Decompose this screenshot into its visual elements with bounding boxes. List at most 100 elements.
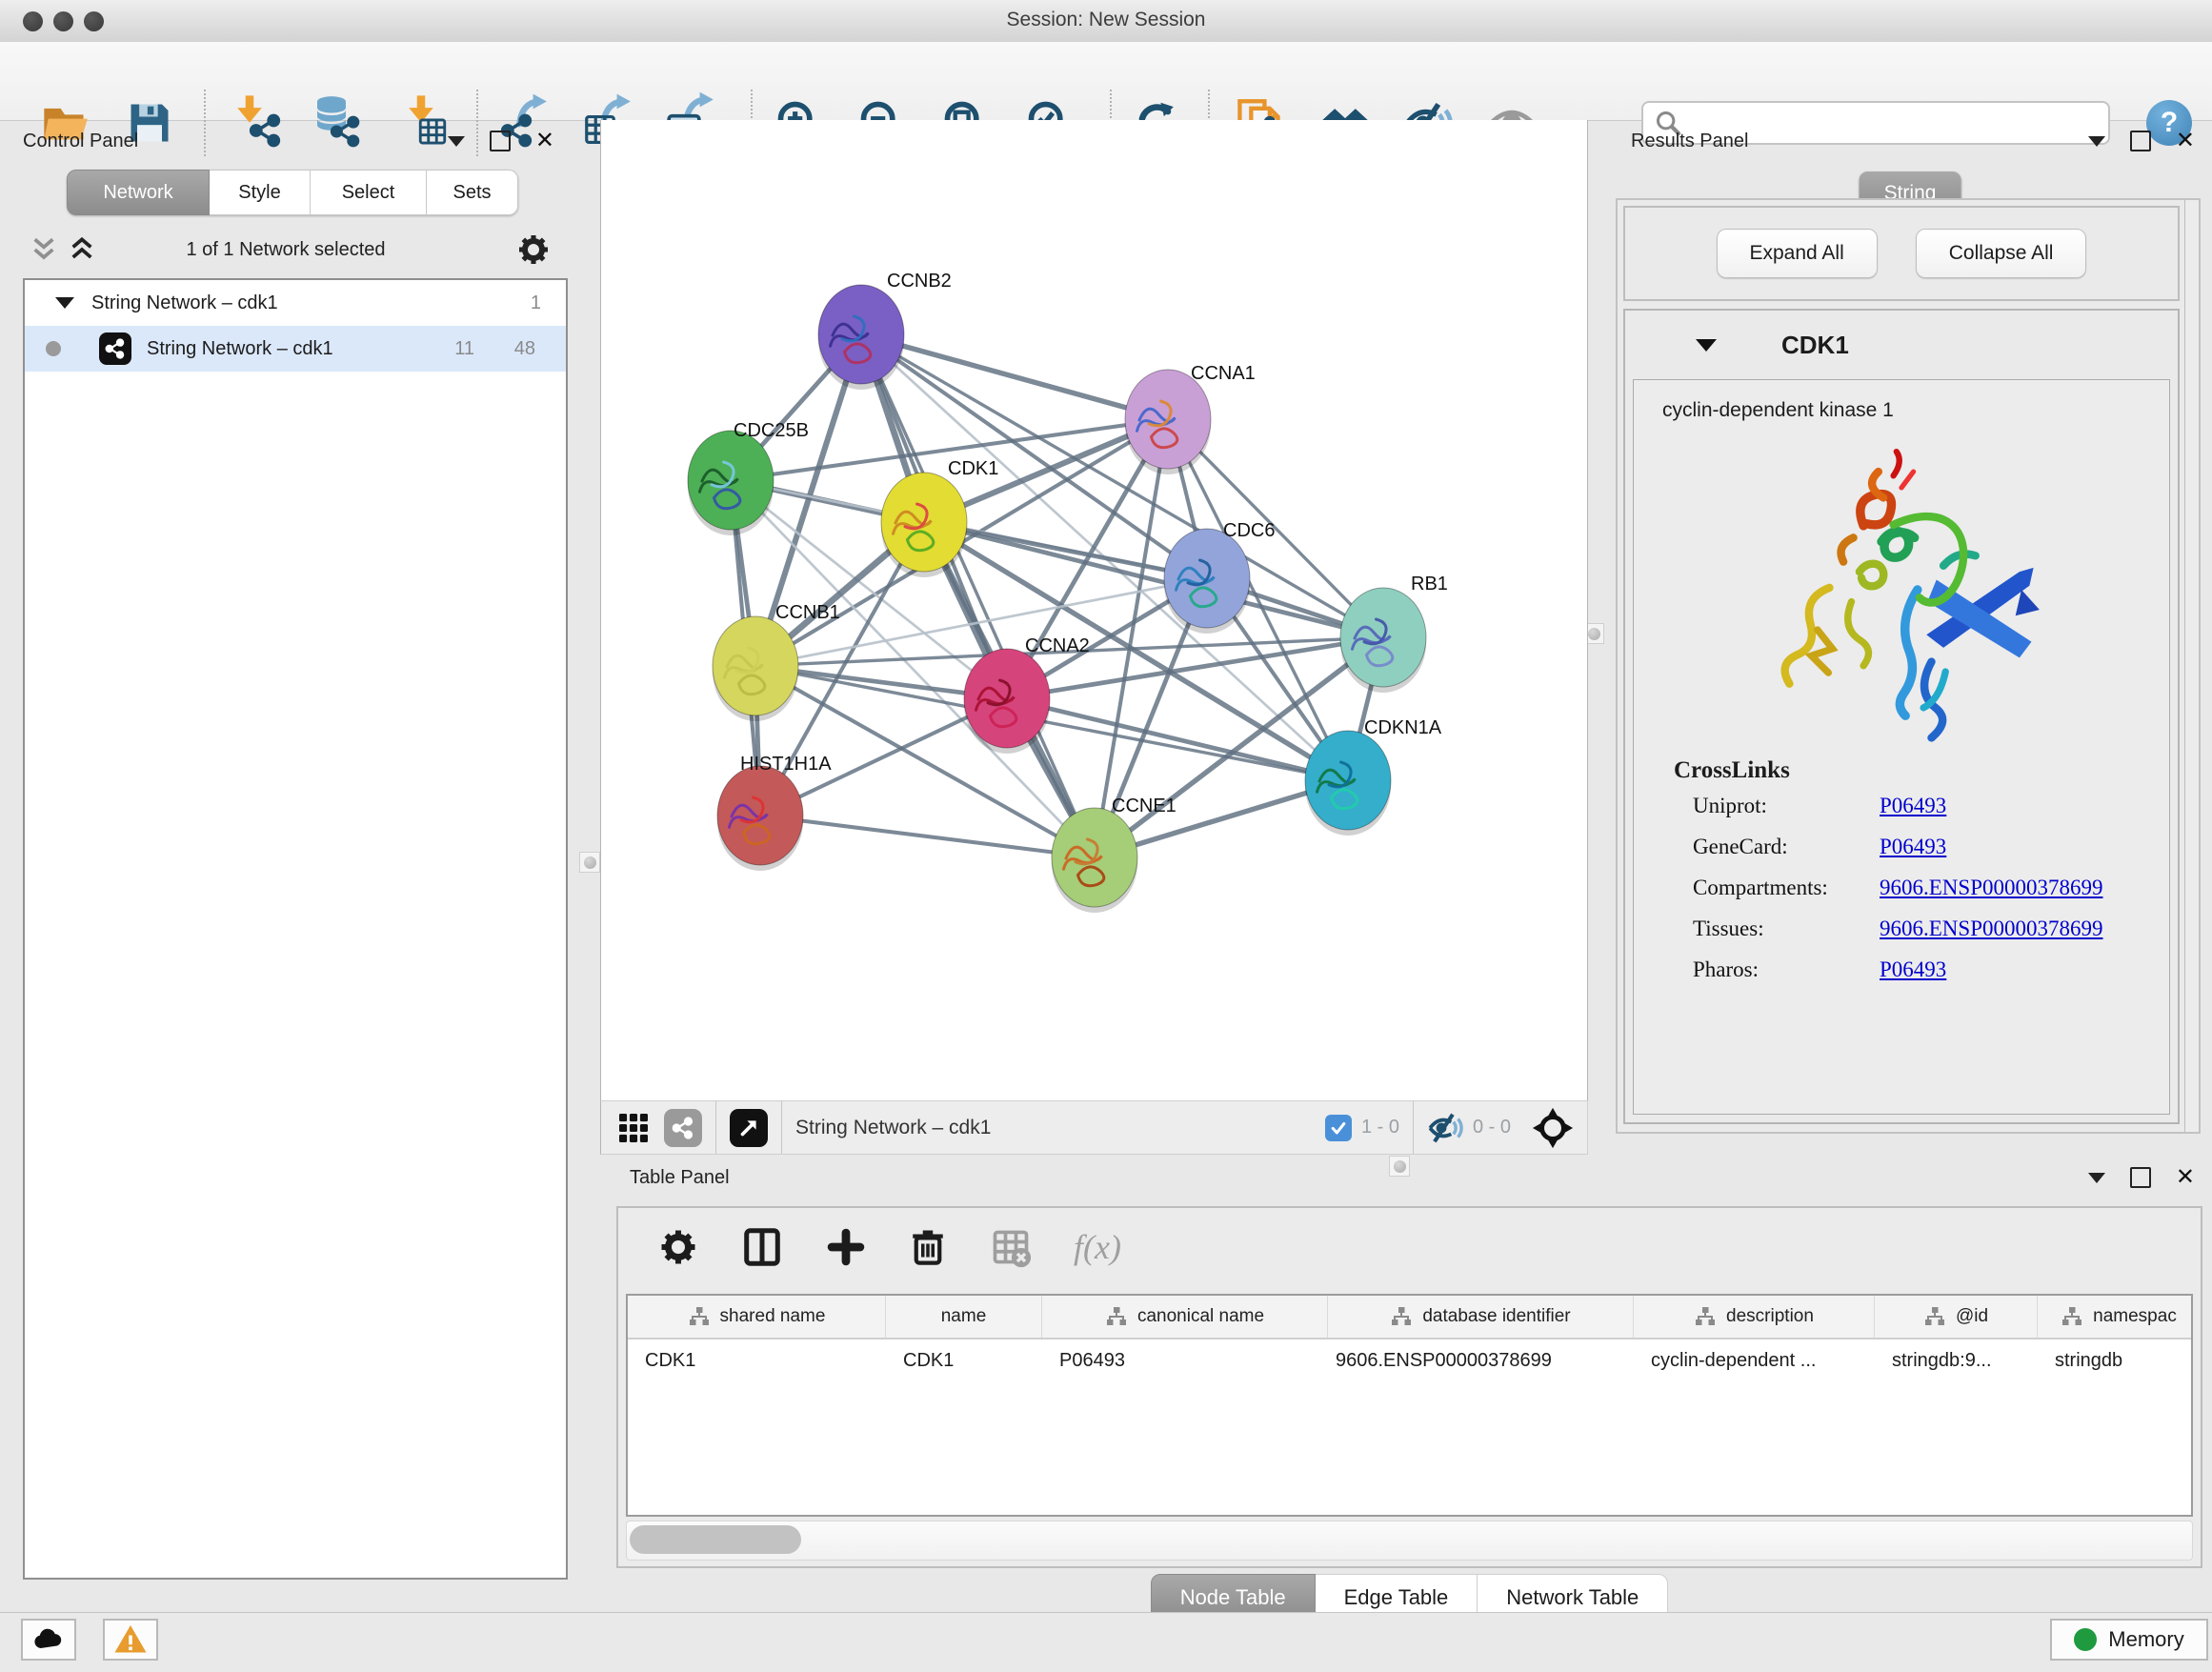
selected-nodes-checkbox[interactable] — [1325, 1115, 1352, 1141]
tree-column-icon — [2061, 1305, 2083, 1328]
control-panel-tabs: Network Style Select Sets — [67, 170, 518, 215]
show-columns-icon[interactable] — [740, 1225, 784, 1269]
view-grid-icon[interactable] — [616, 1111, 651, 1145]
function-builder-icon[interactable]: f(x) — [1074, 1227, 1121, 1267]
network-selection-status: 1 of 1 Network selected — [0, 239, 572, 261]
crosslink-row: Pharos: P06493 — [1693, 957, 2169, 982]
column-header[interactable]: database identifier — [1328, 1296, 1634, 1338]
section-collapse-icon[interactable] — [1696, 339, 1717, 352]
main-toolbar: ? — [0, 42, 2212, 121]
edge-HIST1H1A-CCNE1[interactable] — [760, 816, 1095, 857]
network-node-count: 11 — [454, 338, 474, 360]
node-CDC25B[interactable]: CDC25B — [688, 420, 809, 535]
hidden-items-icon[interactable] — [1427, 1110, 1463, 1146]
node-CCNB2[interactable]: CCNB2 — [818, 271, 952, 390]
panel-menu-icon[interactable] — [2088, 1173, 2105, 1183]
tab-select[interactable]: Select — [311, 170, 427, 215]
column-header[interactable]: name — [886, 1296, 1042, 1338]
tab-network[interactable]: Network — [67, 170, 210, 215]
control-panel-title: Control Panel — [23, 131, 138, 152]
column-header[interactable]: description — [1634, 1296, 1875, 1338]
node-label-CCNA2: CCNA2 — [1025, 635, 1090, 656]
delete-table-icon[interactable] — [990, 1226, 1032, 1268]
network-row[interactable]: String Network – cdk1 11 48 — [25, 326, 566, 372]
protein-structure-image — [1730, 430, 2073, 750]
status-bar: Memory — [0, 1612, 2212, 1672]
network-view-title: String Network – cdk1 — [795, 1117, 991, 1139]
cloud-status-button[interactable] — [21, 1619, 76, 1661]
uniprot-link[interactable]: P06493 — [1880, 794, 1946, 818]
panel-float-icon[interactable] — [2130, 131, 2151, 151]
detach-view-icon[interactable] — [730, 1109, 768, 1147]
tree-column-icon — [1694, 1305, 1717, 1328]
node-CCNA1[interactable]: CCNA1 — [1125, 363, 1256, 474]
table-row[interactable]: CDK1 CDK1 P06493 9606.ENSP00000378699 cy… — [628, 1340, 2191, 1381]
scrollbar-thumb[interactable] — [630, 1525, 801, 1554]
pharos-link[interactable]: P06493 — [1880, 957, 1946, 982]
crosslink-row: Compartments: 9606.ENSP00000378699 — [1693, 876, 2169, 900]
edge-CCNB2-CCNE1[interactable] — [861, 334, 1095, 857]
column-header[interactable]: namespac — [2038, 1296, 2193, 1338]
crosslink-row: GeneCard: P06493 — [1693, 835, 2169, 859]
warnings-button[interactable] — [103, 1619, 158, 1661]
compartments-link[interactable]: 9606.ENSP00000378699 — [1880, 876, 2103, 900]
results-panel-title: Results Panel — [1631, 131, 1748, 152]
panel-menu-icon[interactable] — [448, 136, 465, 147]
network-canvas[interactable]: CCNB2CCNA1CDC25BCDK1CDC6RB1CCNB1CCNA2CDK… — [600, 120, 1588, 1100]
table-panel-title: Table Panel — [630, 1167, 730, 1189]
string-view-icon[interactable] — [664, 1109, 702, 1147]
memory-button[interactable]: Memory — [2050, 1619, 2208, 1661]
column-header[interactable]: shared name — [628, 1296, 886, 1338]
collection-count: 1 — [531, 292, 541, 314]
node-HIST1H1A[interactable]: HIST1H1A — [717, 754, 832, 871]
gene-section-header[interactable]: CDK1 — [1625, 311, 2178, 379]
gene-description: cyclin-dependent kinase 1 — [1662, 399, 2169, 422]
panel-close-icon[interactable]: ✕ — [535, 132, 554, 150]
delete-column-icon[interactable] — [908, 1227, 948, 1267]
memory-label: Memory — [2108, 1627, 2183, 1652]
network-options-gear-icon[interactable] — [516, 232, 551, 267]
edge-CCNA2-CDKN1A[interactable] — [1007, 698, 1348, 780]
panel-close-icon[interactable]: ✕ — [2176, 132, 2195, 150]
table-horizontal-scrollbar[interactable] — [626, 1521, 2193, 1561]
memory-status-icon — [2074, 1628, 2097, 1651]
node-table[interactable]: shared name name canonical name database… — [626, 1294, 2193, 1517]
create-column-icon[interactable] — [826, 1227, 866, 1267]
network-collection-label: String Network – cdk1 — [91, 292, 278, 314]
tissues-link[interactable]: 9606.ENSP00000378699 — [1880, 917, 2103, 941]
window-titlebar: Session: New Session — [0, 0, 2212, 43]
genecard-link[interactable]: P06493 — [1880, 835, 1946, 859]
node-RB1[interactable]: RB1 — [1340, 574, 1448, 693]
column-header[interactable]: @id — [1875, 1296, 2038, 1338]
node-label-CCNA1: CCNA1 — [1191, 363, 1256, 384]
node-label-CCNB1: CCNB1 — [775, 602, 840, 623]
network-collection-row[interactable]: String Network – cdk1 1 — [25, 280, 566, 326]
node-label-CCNE1: CCNE1 — [1112, 796, 1176, 816]
node-label-CDKN1A: CDKN1A — [1364, 717, 1442, 738]
expand-all-button[interactable]: Expand All — [1717, 229, 1878, 278]
panel-float-icon[interactable] — [490, 131, 511, 151]
network-tree: String Network – cdk1 1 String Network –… — [23, 278, 568, 1580]
panel-close-icon[interactable]: ✕ — [2176, 1169, 2195, 1186]
table-options-gear-icon[interactable] — [658, 1227, 698, 1267]
collapse-triangle-icon[interactable] — [55, 297, 74, 309]
birds-eye-view-icon[interactable] — [1532, 1107, 1574, 1149]
results-scrollbar[interactable] — [2184, 200, 2199, 1132]
node-label-HIST1H1A: HIST1H1A — [740, 754, 832, 775]
panel-float-icon[interactable] — [2130, 1167, 2151, 1188]
left-splitter-handle[interactable] — [579, 852, 600, 873]
collapse-all-button[interactable]: Collapse All — [1916, 229, 2087, 278]
node-label-RB1: RB1 — [1411, 574, 1448, 594]
column-header[interactable]: canonical name — [1042, 1296, 1328, 1338]
node-label-CDC25B: CDC25B — [734, 420, 809, 441]
window-title: Session: New Session — [0, 9, 2212, 31]
network-label: String Network – cdk1 — [147, 338, 333, 360]
tab-sets[interactable]: Sets — [427, 170, 518, 215]
node-label-CDC6: CDC6 — [1223, 520, 1275, 541]
tree-column-icon — [688, 1305, 711, 1328]
panel-menu-icon[interactable] — [2088, 136, 2105, 147]
node-CDC6[interactable]: CDC6 — [1164, 520, 1275, 634]
tab-style[interactable]: Style — [210, 170, 311, 215]
crosslinks-title: CrossLinks — [1674, 757, 2169, 784]
cloud-icon — [31, 1622, 66, 1657]
